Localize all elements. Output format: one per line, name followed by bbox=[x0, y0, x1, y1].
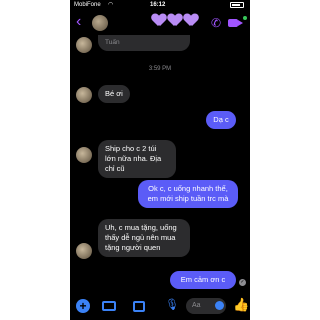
heart-icon bbox=[184, 14, 198, 28]
camera-icon[interactable] bbox=[102, 301, 116, 311]
chevron-left-icon[interactable]: ‹ bbox=[76, 13, 81, 31]
microphone-icon[interactable]: 🎙 bbox=[165, 298, 179, 312]
emoji-icon[interactable] bbox=[215, 301, 224, 310]
status-bar: MobiFone ◠ 16:12 bbox=[70, 0, 250, 11]
avatar bbox=[76, 243, 92, 259]
incoming-message[interactable]: Bé ơi bbox=[98, 85, 130, 103]
heart-icon bbox=[168, 14, 182, 28]
incoming-message[interactable]: Uh, c mua tặng, uống thấy dễ ngủ nên mua… bbox=[98, 219, 190, 257]
avatar bbox=[76, 87, 92, 103]
online-dot bbox=[243, 16, 247, 20]
thumbs-up-icon[interactable]: 👍 bbox=[233, 298, 249, 312]
composer-bar: + 🎙 Aa 👍 bbox=[70, 292, 250, 320]
chat-header: ‹ ✆ bbox=[70, 11, 250, 35]
contact-name-hearts[interactable] bbox=[152, 14, 200, 33]
outgoing-message[interactable]: Dạ c bbox=[206, 111, 236, 129]
phone-icon[interactable]: ✆ bbox=[211, 16, 221, 30]
phone-screen: MobiFone ◠ 16:12 ‹ ✆ Tuấn 3:59 PM Bé ơi … bbox=[70, 0, 250, 320]
battery-icon bbox=[230, 2, 244, 8]
video-camera-icon[interactable] bbox=[228, 16, 247, 27]
image-icon[interactable] bbox=[133, 301, 145, 312]
message-list: Tuấn 3:59 PM Bé ơi Dạ c Ship cho c 2 túi… bbox=[70, 35, 250, 290]
avatar[interactable] bbox=[92, 15, 108, 31]
incoming-message[interactable]: Ship cho c 2 túi lớn nữa nha. Địa chỉ cũ bbox=[98, 140, 176, 178]
message-bubble-partial: Tuấn bbox=[98, 35, 190, 51]
avatar bbox=[76, 147, 92, 163]
heart-icon bbox=[152, 14, 166, 28]
wifi-icon: ◠ bbox=[108, 2, 114, 8]
outgoing-message[interactable]: Em cảm ơn c bbox=[170, 271, 236, 289]
outgoing-message[interactable]: Ok c, c uống nhanh thế, em mới ship tuần… bbox=[138, 180, 238, 208]
plus-icon[interactable]: + bbox=[76, 299, 90, 313]
clock: 16:12 bbox=[150, 2, 166, 8]
check-icon: ✓ bbox=[239, 279, 246, 286]
timestamp: 3:59 PM bbox=[148, 66, 172, 72]
carrier-label: MobiFone bbox=[74, 2, 101, 8]
avatar bbox=[76, 37, 92, 53]
